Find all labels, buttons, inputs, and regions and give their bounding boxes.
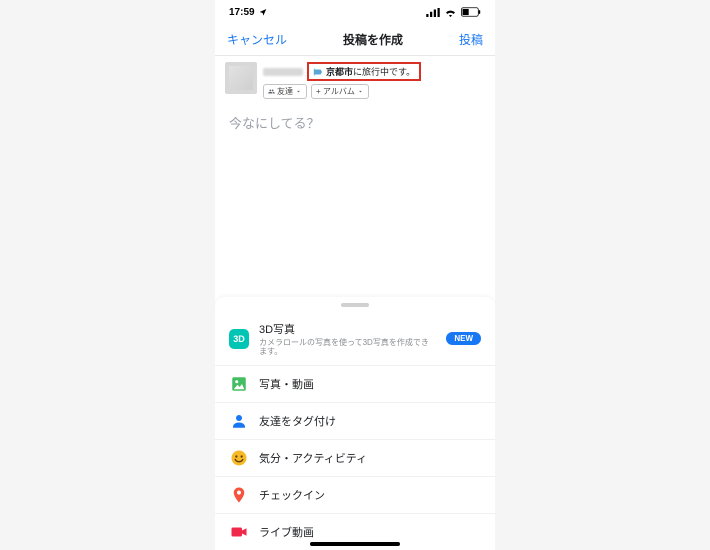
location-highlight-box: 京都市に旅行中です。 xyxy=(307,62,421,81)
drag-handle[interactable] xyxy=(341,303,369,307)
option-tag-friends[interactable]: 友達をタグ付け xyxy=(215,403,495,440)
travel-icon xyxy=(313,67,323,77)
page-title: 投稿を作成 xyxy=(343,31,403,48)
option-checkin[interactable]: チェックイン xyxy=(215,477,495,514)
post-button[interactable]: 投稿 xyxy=(459,31,483,48)
option-title: ライブ動画 xyxy=(259,524,481,540)
nav-header: キャンセル 投稿を作成 投稿 xyxy=(215,24,495,56)
option-feeling-activity[interactable]: 気分・アクティビティ xyxy=(215,440,495,477)
option-title: 気分・アクティビティ xyxy=(259,450,481,466)
option-photo-video[interactable]: 写真・動画 xyxy=(215,366,495,403)
option-title: 3D写真 xyxy=(259,321,436,337)
battery-icon xyxy=(461,7,481,17)
composer-textarea[interactable]: 今なにしてる？ xyxy=(215,103,495,132)
spacer xyxy=(215,132,495,297)
phone-frame: 17:59 キャンセル 投稿を作成 投稿 京都市に旅行中です。 xyxy=(215,0,495,550)
friends-icon xyxy=(268,88,275,95)
location-services-icon xyxy=(259,8,267,16)
tag-friends-icon xyxy=(229,411,249,431)
options-panel: 3D 3D写真 カメラロールの写真を使って3D写真を作成できます。 NEW 写真… xyxy=(215,297,495,550)
album-selector[interactable]: + アルバム xyxy=(311,84,369,99)
3d-photo-icon: 3D xyxy=(229,329,249,349)
chevron-down-icon xyxy=(295,88,302,95)
home-indicator[interactable] xyxy=(310,542,400,546)
live-video-icon xyxy=(229,522,249,542)
option-3d-photo[interactable]: 3D 3D写真 カメラロールの写真を使って3D写真を作成できます。 NEW xyxy=(215,313,495,366)
wifi-icon xyxy=(444,8,457,17)
location-name: 京都市 xyxy=(326,67,353,77)
option-title: 写真・動画 xyxy=(259,376,481,392)
chevron-down-icon xyxy=(357,88,364,95)
signal-icon xyxy=(426,8,440,17)
option-subtitle: カメラロールの写真を使って3D写真を作成できます。 xyxy=(259,338,436,357)
option-title: 友達をタグ付け xyxy=(259,413,481,429)
feeling-icon xyxy=(229,448,249,468)
album-label: + アルバム xyxy=(316,86,355,97)
location-suffix: に旅行中です。 xyxy=(353,67,415,77)
audience-selector[interactable]: 友達 xyxy=(263,84,307,99)
user-name-blurred xyxy=(263,68,303,76)
composer-placeholder: 今なにしてる？ xyxy=(229,113,481,132)
new-badge: NEW xyxy=(446,332,481,345)
location-pin-icon xyxy=(229,485,249,505)
photo-video-icon xyxy=(229,374,249,394)
cancel-button[interactable]: キャンセル xyxy=(227,31,287,48)
status-time: 17:59 xyxy=(229,7,255,18)
status-bar: 17:59 xyxy=(215,0,495,24)
option-title: チェックイン xyxy=(259,487,481,503)
avatar[interactable] xyxy=(225,62,257,94)
composer-header: 京都市に旅行中です。 友達 + アルバム xyxy=(215,56,495,103)
audience-label: 友達 xyxy=(277,86,293,97)
